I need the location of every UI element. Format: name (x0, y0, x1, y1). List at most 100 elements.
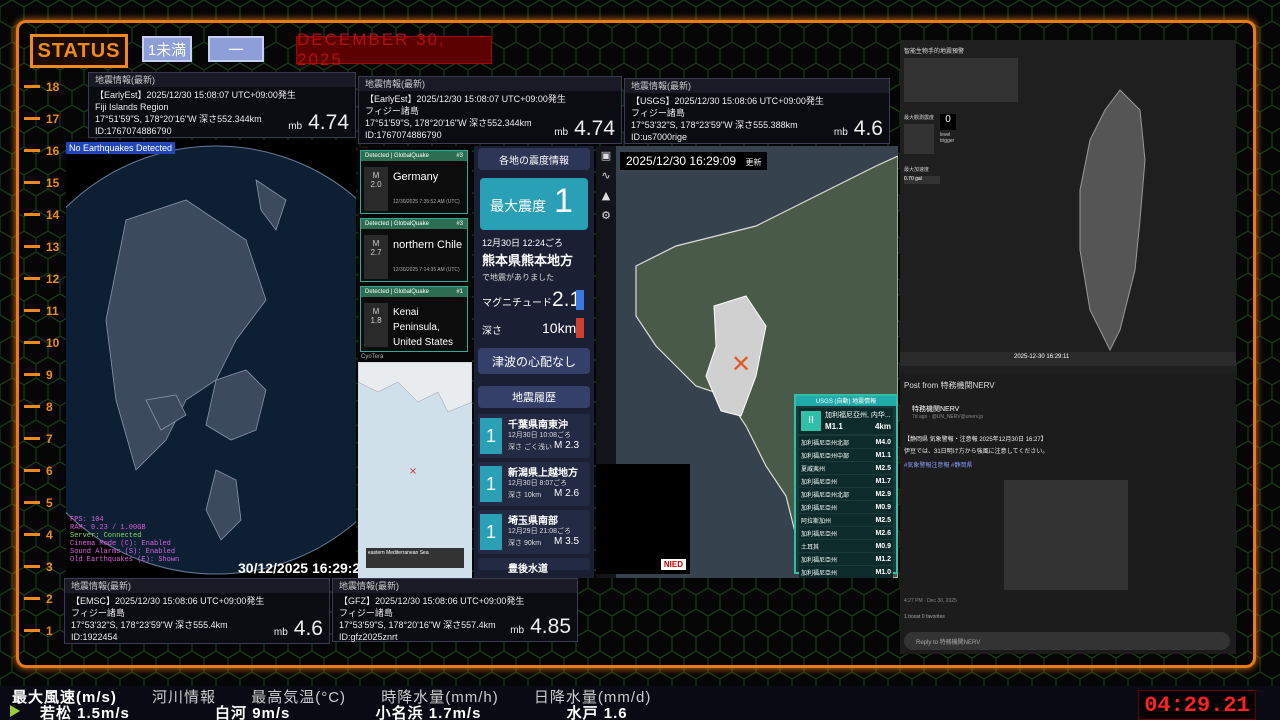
post-tags[interactable]: #気象警報注意報 #静岡県 (904, 460, 972, 469)
ruler-tick-line (24, 565, 40, 568)
mediterranean-map[interactable]: × eastern Mediterranean Sea (358, 362, 472, 578)
history-item[interactable]: 1 埼玉県南部 12月29日 21:08ごろ 深さ 90km M 3.5 (478, 510, 590, 554)
usgs-row[interactable]: 加利福尼亞州 M1.2 (799, 553, 893, 565)
usgs-row[interactable]: 加利福尼亞州 M2.6 (799, 527, 893, 539)
usgs-row[interactable]: 阿拉斯加州 M2.5 (799, 514, 893, 526)
eq-card-earlyest-en: 地震情報(最新) 【EarlyEst】2025/12/30 15:08:07 U… (88, 72, 356, 138)
gq-footer: CyoTera (361, 354, 384, 360)
usgs-title: USGS (自動) 地震情報 (796, 396, 896, 406)
ruler-tick-line (24, 373, 40, 376)
usgs-row[interactable]: 加利福尼亞州北部 M4.0 (799, 436, 893, 448)
ruler-tick-line (24, 437, 40, 440)
gq-region: northern Chile (393, 239, 463, 251)
usgs-row-mag: M2.6 (875, 529, 891, 537)
status-label: STATUS (30, 34, 128, 68)
usgs-row[interactable]: 加利福尼亞州 M1.0 (799, 566, 893, 578)
gq-region: Germany (393, 171, 439, 183)
usgs-row-mag: M1.0 (875, 568, 891, 576)
gq-time: 12/30/2025 7:14:35 AM (UTC) (393, 267, 460, 273)
usgs-row[interactable]: 加利福尼亞州北部 M2.9 (799, 488, 893, 500)
ruler-tick-label: 4 (46, 528, 53, 542)
reply-input[interactable]: Reply to 特務機関NERV (904, 632, 1230, 650)
status-chip-level: 1未満 (142, 36, 192, 62)
ruler-tick-line (24, 597, 40, 600)
history-item[interactable]: 豊後水道 (478, 558, 590, 575)
history-item[interactable]: 1 千葉県南東沖 12月30日 10:08ごろ 深さ ごく浅い M 2.3 (478, 414, 590, 458)
gq-card[interactable]: Detected | GlobalQuake #3 M 2.7 northern C… (360, 218, 468, 282)
usgs-row-mag: M1.2 (875, 555, 891, 563)
globe-panel[interactable] (66, 140, 356, 578)
usgs-mag: M1.1 (825, 422, 843, 431)
wave-icon[interactable]: ∿ (596, 166, 616, 186)
history-depth: 深さ 10km (508, 492, 542, 499)
ruler-tick-line (24, 213, 40, 216)
usgs-row-name: 土耳其 (801, 544, 820, 551)
history-time: 12月29日 21:08ごろ (508, 528, 572, 535)
eq-note: で地震がありました (482, 273, 554, 282)
history-place: 埼玉県南部 (508, 516, 558, 527)
usgs-row-name: 加利福尼亞州 (801, 505, 838, 512)
ruler-tick-label: 8 (46, 400, 53, 414)
post-handle: 7d ago · @UN_NERV@unerv.jp (912, 414, 984, 420)
globe-timestamp: 30/12/2025 16:29:27 (238, 560, 368, 576)
gq-card[interactable]: Detected | GlobalQuake #3 M 2.0 Germany 12… (360, 150, 468, 214)
gq-time: 12/30/2025 7:35:52 AM (UTC) (393, 199, 460, 205)
ruler-tick-line (24, 277, 40, 280)
history-header: 地震履歴 (478, 386, 590, 408)
post-line1: 【静岡県 気象警報・注意報 2025年12月30日 16:27】 (904, 437, 1047, 443)
taiwan-panel: 智能生物手的地震預警 最大觀測震度 0 level trigger 最大加速度 … (900, 40, 1236, 654)
warning-icon[interactable]: ▲ (596, 186, 616, 206)
overlay-sound: Sound Alarms (S): Enabled (70, 548, 176, 556)
usgs-panel[interactable]: USGS (自動) 地震情報 II 加利福尼亞州, 内华... M1.1 4km… (794, 394, 898, 578)
ruler-tick-label: 3 (46, 560, 53, 574)
map-label: eastern Mediterranean Sea (366, 548, 464, 568)
gq-mag: 1.8 (370, 316, 382, 325)
ruler-tick-label: 1 (46, 624, 53, 638)
ticker-arrow-icon (10, 705, 20, 717)
usgs-row[interactable]: 加利福尼亞州 M1.7 (799, 475, 893, 487)
ruler-tick-label: 5 (46, 496, 53, 510)
card-title: 地震情報(最新) (89, 73, 355, 87)
pause-icon[interactable]: II (801, 411, 821, 431)
usgs-row-name: 加利福尼亞州 (801, 557, 838, 564)
card-region: フィジー諸島 (365, 106, 419, 116)
ruler-tick-line (24, 85, 40, 88)
usgs-row-mag: M1.7 (875, 477, 891, 485)
globe-map (66, 145, 356, 575)
tw-trigger: trigger (940, 138, 955, 144)
usgs-row[interactable]: 加利福尼亞州中部 M1.1 (799, 449, 893, 461)
usgs-row-name: 加利福尼亞州 (801, 570, 838, 577)
usgs-row-name: 加利福尼亞州 (801, 531, 838, 538)
post-image[interactable] (1004, 480, 1128, 590)
eq-card-emsc: 地震情報(最新) 【EMSC】2025/12/30 15:08:06 UTC+0… (64, 578, 330, 644)
gq-card[interactable]: Detected | GlobalQuake #1 M 1.8 Kenai Peni… (360, 286, 468, 352)
svg-text:×: × (409, 466, 417, 477)
tw-stat-label: 最大加速度 (904, 167, 930, 173)
depth-bar (576, 318, 584, 338)
ruler-tick-line (24, 149, 40, 152)
overlay-old: Old Earthquakes (E): Shown (70, 556, 180, 564)
ruler-tick-label: 7 (46, 432, 53, 446)
ruler-tick-label: 6 (46, 464, 53, 478)
ruler-tick-line (24, 309, 40, 312)
nerv-post[interactable]: Post from 特務機関NERV 特務機関NERV 7d ago · @UN… (900, 374, 1236, 654)
usgs-row-name: 加利福尼亞州中部 (801, 453, 850, 460)
globe-overlay: FPS: 104 RAM: 0.23 / 1.00GB Server: Conn… (70, 516, 179, 564)
eq-card-gfz: 地震情報(最新) 【GFZ】2025/12/30 15:08:06 UTC+09… (332, 578, 578, 642)
nied-logo: NIED (660, 559, 686, 570)
globalquake-panel[interactable]: Detected | GlobalQuake #3 M 2.0 Germany 12… (358, 146, 472, 362)
ruler-tick-line (24, 405, 40, 408)
post-account[interactable]: 特務機関NERV (912, 404, 959, 414)
usgs-row[interactable]: 加利福尼亞州 M0.9 (799, 501, 893, 513)
card-title: 地震情報(最新) (359, 77, 621, 91)
ruler-tick-line (24, 629, 40, 632)
usgs-row[interactable]: 夏威夷州 M2.5 (799, 462, 893, 474)
ruler-tick-label: 13 (46, 240, 60, 254)
info-icon[interactable]: ▣ (596, 146, 616, 166)
gear-icon[interactable]: ⚙ (596, 206, 616, 226)
tw-max-label: 最大觀測震度 (904, 115, 935, 121)
usgs-row[interactable]: 土耳其 M0.9 (799, 540, 893, 552)
card-source: 【GFZ】2025/12/30 15:08:06 UTC+09:00発生 (339, 596, 525, 606)
history-item[interactable]: 1 新潟県上越地方 12月30日 8:07ごろ 深さ 10km M 2.6 (478, 462, 590, 506)
ruler-tick-line (24, 501, 40, 504)
